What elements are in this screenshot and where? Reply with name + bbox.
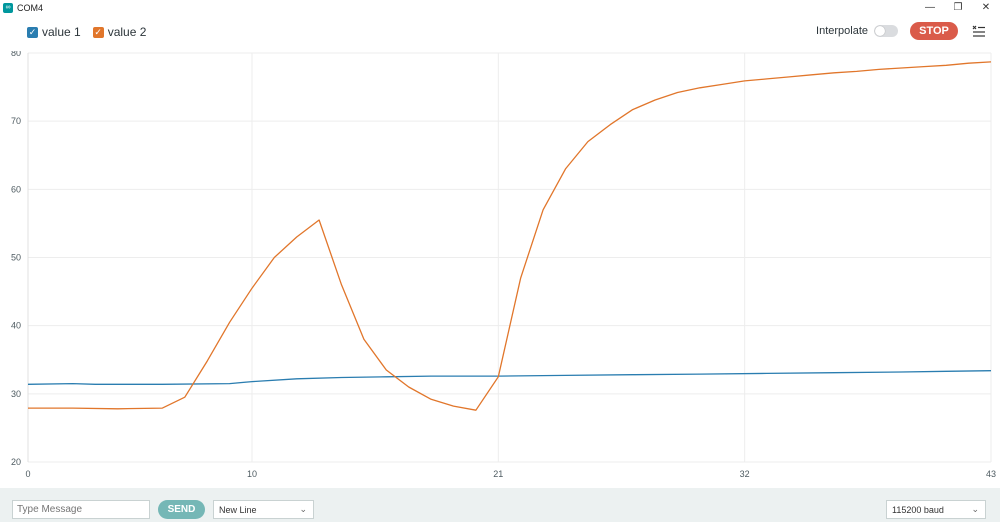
x-tick-label: 43	[986, 469, 996, 479]
x-tick-label: 32	[740, 469, 750, 479]
window-controls: — ❐ ✕	[916, 0, 1000, 15]
chevron-down-icon: ⌄	[299, 504, 307, 514]
legend-item-value-2[interactable]: ✓ value 2	[92, 25, 147, 39]
y-tick-label: 70	[11, 116, 21, 126]
x-tick-label: 21	[493, 469, 503, 479]
interpolate-toggle[interactable]	[874, 25, 898, 37]
line-ending-value: New Line	[219, 504, 257, 515]
arduino-icon: ∞	[3, 2, 13, 13]
y-tick-label: 30	[11, 389, 21, 399]
series-line-value-2	[28, 61, 992, 411]
message-input[interactable]	[12, 500, 150, 519]
checkbox-checked-icon[interactable]: ✓	[92, 26, 104, 38]
plotter-toolbar: ✓ value 1 ✓ value 2 Interpolate STOP	[0, 15, 1000, 51]
x-tick-label: 10	[247, 469, 257, 479]
serial-plot-chart: 20 30 40 50 60 70 80 0 10 21 32 43	[11, 51, 996, 479]
x-tick-label: 0	[25, 469, 30, 479]
window-title: COM4	[17, 2, 44, 13]
baud-rate-select[interactable]: 115200 baud ⌄	[886, 500, 986, 519]
y-tick-label: 40	[11, 321, 21, 331]
toggle-knob	[875, 26, 885, 36]
restore-icon[interactable]: ❐	[944, 0, 972, 15]
stop-button[interactable]: STOP	[910, 22, 958, 40]
baud-rate-value: 115200 baud	[892, 504, 944, 515]
chevron-down-icon: ⌄	[971, 504, 979, 514]
send-button[interactable]: SEND	[158, 500, 205, 519]
legend: ✓ value 1 ✓ value 2	[27, 25, 158, 39]
y-tick-label: 50	[11, 253, 21, 263]
toolbar-right: Interpolate STOP	[816, 22, 986, 40]
minimize-icon[interactable]: —	[916, 0, 944, 15]
y-tick-label: 20	[11, 457, 21, 467]
y-tick-label: 60	[11, 184, 21, 194]
interpolate-label: Interpolate	[816, 25, 868, 37]
clear-output-icon[interactable]	[972, 24, 986, 38]
close-icon[interactable]: ✕	[972, 0, 1000, 15]
y-tick-label: 80	[11, 51, 21, 58]
series-line-value-1	[27, 370, 992, 385]
legend-item-value-1[interactable]: ✓ value 1	[27, 25, 81, 39]
line-ending-select[interactable]: New Line ⌄	[213, 500, 314, 519]
footer-bar: SEND New Line ⌄ 115200 baud ⌄	[0, 488, 1000, 522]
checkbox-checked-icon[interactable]: ✓	[27, 26, 38, 38]
window-titlebar: ∞ COM4 — ❐ ✕	[0, 0, 1000, 15]
legend-label: value 1	[42, 25, 81, 39]
legend-label: value 2	[107, 25, 147, 39]
